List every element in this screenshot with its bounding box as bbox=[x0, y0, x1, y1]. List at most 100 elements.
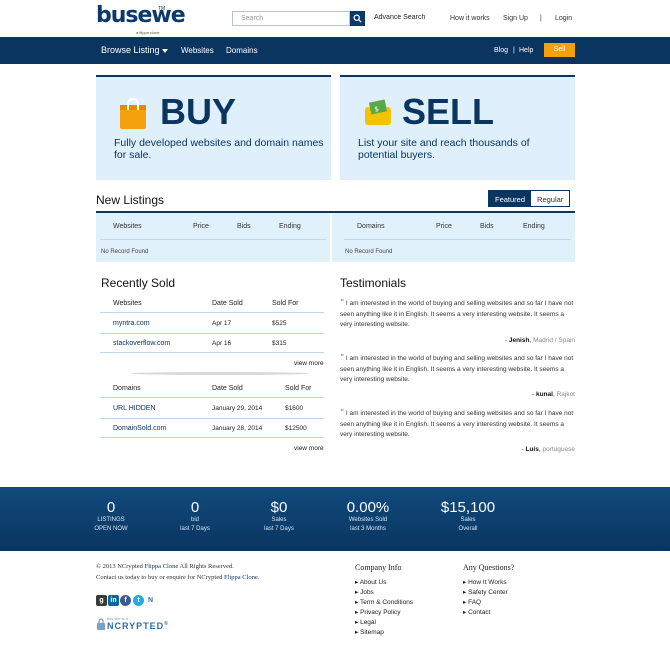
author-name: Jenish bbox=[508, 337, 530, 344]
testimonials-title: Testimonials bbox=[340, 276, 407, 290]
logo-trademark: TM bbox=[158, 6, 166, 12]
sold-date: Apr 17 bbox=[212, 320, 232, 327]
nav-websites[interactable]: Websites bbox=[181, 46, 214, 55]
row-line bbox=[100, 437, 324, 438]
link-label: Term & Conditions bbox=[359, 599, 414, 606]
contact-text: Contact us today to buy or enquire for N… bbox=[96, 574, 259, 581]
testimonial-text: I am interested in the world of buying a… bbox=[340, 300, 574, 328]
footer-link-about[interactable]: ▸ About Us bbox=[355, 578, 386, 586]
sold-price: $525 bbox=[272, 320, 287, 327]
buy-description: Fully developed websites and domain name… bbox=[114, 137, 324, 161]
logo-text: busewe bbox=[96, 3, 186, 28]
stat-bids: 0 bid last 7 Days bbox=[172, 499, 218, 534]
link-label: Legal bbox=[360, 619, 376, 626]
stat-label: LISTINGS bbox=[97, 517, 125, 523]
stat-sublabel: Overall bbox=[458, 526, 478, 532]
badge-caption: this site is a NCRYPTED® bbox=[107, 616, 169, 631]
stat-value: $0 bbox=[270, 499, 288, 516]
testimonial-author: - kunal, Rajkot bbox=[531, 391, 575, 398]
col-domains: Domains bbox=[357, 223, 385, 230]
sold-date: January 29, 2014 bbox=[212, 405, 263, 412]
footer-link-how-it-works[interactable]: ▸ How It Works bbox=[463, 578, 507, 586]
stat-websites-sold: 0.00% Websites Sold last 3 Months bbox=[338, 499, 398, 534]
sold-website-name[interactable]: myntra.com bbox=[113, 320, 150, 327]
author-name: kunal bbox=[535, 391, 553, 398]
linkedin-icon[interactable]: in bbox=[108, 595, 119, 606]
stat-value: 0 bbox=[106, 499, 116, 516]
testimonial-author: - Jenish, Madrid / Spain bbox=[504, 337, 575, 344]
search-icon bbox=[353, 14, 362, 23]
search-button[interactable] bbox=[350, 11, 365, 26]
money-box-icon: $ bbox=[365, 99, 391, 125]
how-it-works-link[interactable]: How it works bbox=[450, 15, 490, 22]
nav-domains[interactable]: Domains bbox=[226, 46, 258, 55]
sell-button[interactable]: Sell bbox=[544, 43, 575, 57]
footer-link-legal[interactable]: ▸ Legal bbox=[355, 618, 376, 626]
stat-listings: 0 LISTINGS OPEN NOW bbox=[88, 499, 134, 534]
footer-link-contact[interactable]: ▸ Contact bbox=[463, 608, 490, 616]
login-link[interactable]: Login bbox=[555, 15, 572, 22]
footer-link-jobs[interactable]: ▸ Jobs bbox=[355, 588, 374, 596]
nav-separator: | bbox=[513, 47, 515, 54]
view-more-websites-link[interactable]: view more bbox=[294, 360, 324, 367]
listing-tabs: Featured Regular bbox=[488, 190, 571, 207]
brand-logo[interactable]: busewe TM a flippa clone bbox=[96, 3, 186, 36]
quote-icon: “ bbox=[340, 298, 345, 307]
contact-prefix: Contact us today to buy or enquire for N… bbox=[96, 574, 223, 581]
footer-link-safety[interactable]: ▸ Safety Center bbox=[463, 588, 508, 596]
nav-blog[interactable]: Blog bbox=[494, 47, 508, 54]
tab-featured[interactable]: Featured bbox=[489, 191, 532, 206]
sold-domain-name[interactable]: DomainSold.com bbox=[113, 425, 166, 432]
no-record-text: No Record Found bbox=[101, 249, 149, 255]
stat-value: $15,100 bbox=[440, 499, 496, 516]
stat-value: 0 bbox=[190, 499, 200, 516]
tab-regular[interactable]: Regular bbox=[531, 191, 570, 206]
search-input[interactable]: Search bbox=[232, 11, 350, 26]
footer-link-sitemap[interactable]: ▸ Sitemap bbox=[355, 628, 384, 636]
company-info-heading: Company Info bbox=[355, 563, 402, 572]
google-plus-icon[interactable]: g bbox=[96, 595, 107, 606]
stats-band: 0 LISTINGS OPEN NOW 0 bid last 7 Days $0… bbox=[0, 487, 670, 551]
link-label: Safety Center bbox=[468, 589, 508, 596]
rs-col-domains: Domains bbox=[113, 385, 141, 392]
advance-search-link[interactable]: Advance Search bbox=[374, 14, 425, 21]
twitter-icon[interactable]: t bbox=[133, 595, 144, 606]
copyright-suffix: All Rights Reserved. bbox=[179, 563, 234, 570]
rs-col-sold-for: Sold For bbox=[285, 385, 312, 392]
sell-banner[interactable]: $ SELL List your site and reach thousand… bbox=[340, 75, 575, 180]
stat-label: bid bbox=[190, 517, 199, 523]
section-shadow bbox=[130, 372, 310, 375]
ncrypted-icon[interactable]: N bbox=[145, 595, 156, 606]
header-line bbox=[344, 239, 571, 240]
sold-date: January 28, 2014 bbox=[212, 425, 263, 432]
domain-listings-table: Domains Price Bids Ending No Record Foun… bbox=[332, 213, 575, 262]
link-label: Privacy Policy bbox=[360, 609, 401, 616]
sign-up-link[interactable]: Sign Up bbox=[503, 15, 528, 22]
col-bids: Bids bbox=[480, 223, 494, 230]
quote-icon: “ bbox=[340, 408, 345, 417]
col-websites: Websites bbox=[113, 223, 142, 230]
top-header: busewe TM a flippa clone Search Advance … bbox=[0, 0, 670, 37]
facebook-icon[interactable]: f bbox=[120, 595, 131, 606]
footer-link-terms[interactable]: ▸ Term & Conditions bbox=[355, 598, 413, 606]
buy-banner[interactable]: BUY Fully developed websites and domain … bbox=[96, 75, 331, 180]
stat-value: 0.00% bbox=[346, 499, 390, 516]
flippa-clone-link[interactable]: Flippa Clone bbox=[224, 574, 258, 581]
sold-domain-name[interactable]: URL HIDDEN bbox=[113, 405, 156, 412]
stat-sales-overall: $15,100 Sales Overall bbox=[436, 499, 500, 534]
footer-link-privacy[interactable]: ▸ Privacy Policy bbox=[355, 608, 401, 616]
view-more-domains-link[interactable]: view more bbox=[294, 445, 324, 452]
buy-title: BUY bbox=[160, 91, 237, 132]
sold-website-name[interactable]: stackoverflow.com bbox=[113, 340, 170, 347]
col-ending: Ending bbox=[279, 223, 301, 230]
testimonial-text: I am interested in the world of buying a… bbox=[340, 410, 574, 438]
copyright-prefix: © 2013 NCrypted bbox=[96, 563, 143, 570]
footer-link-faq[interactable]: ▸ FAQ bbox=[463, 598, 481, 606]
col-price: Price bbox=[193, 223, 209, 230]
stat-sales-week: $0 Sales last 7 Days bbox=[256, 499, 302, 534]
quote-icon: “ bbox=[340, 353, 345, 362]
flippa-clone-link[interactable]: Flippa Clone bbox=[144, 563, 178, 570]
testimonial-quote: “ I am interested in the world of buying… bbox=[340, 298, 575, 331]
nav-help[interactable]: Help bbox=[519, 47, 533, 54]
browse-listing-menu[interactable]: Browse Listing bbox=[101, 45, 168, 55]
